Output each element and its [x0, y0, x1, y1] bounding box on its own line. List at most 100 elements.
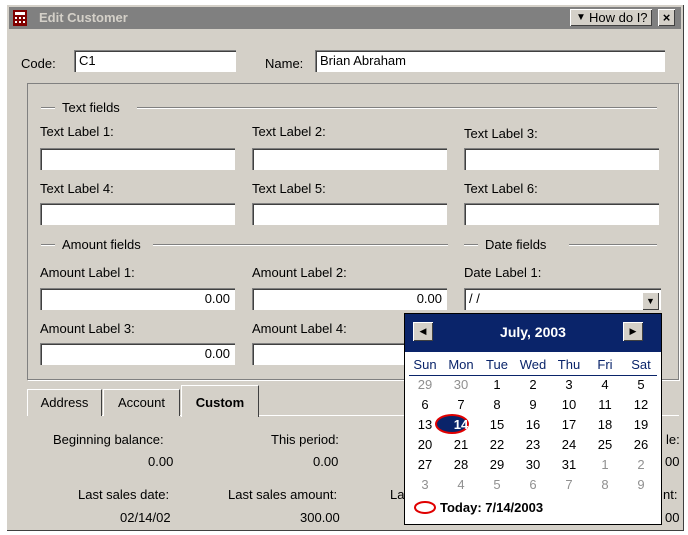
- calendar-day[interactable]: 14: [443, 417, 479, 432]
- text-field-1[interactable]: [40, 148, 235, 170]
- calendar-popup[interactable]: ◀ July, 2003 ▶ Sun Mon Tue Wed Thu Fri Sat 29 3…: [404, 313, 662, 525]
- name-field[interactable]: Brian Abraham: [315, 50, 665, 72]
- amount-field-3[interactable]: 0.00: [40, 343, 235, 365]
- amount-field-1[interactable]: 0.00: [40, 288, 235, 310]
- next-month-button[interactable]: ▶: [623, 322, 643, 341]
- calendar-day[interactable]: 22: [479, 437, 515, 452]
- calendar-day[interactable]: 7: [443, 397, 479, 412]
- calendar-day[interactable]: 13: [407, 417, 443, 432]
- partial-value: 00: [665, 510, 680, 525]
- section-rule: [153, 244, 448, 246]
- beginning-balance-label: Beginning balance:: [53, 432, 164, 447]
- weekday-header: Thu: [557, 357, 581, 372]
- calendar-day[interactable]: 21: [443, 437, 479, 452]
- calendar-day[interactable]: 15: [479, 417, 515, 432]
- calendar-day[interactable]: 5: [623, 377, 659, 392]
- date-field-1[interactable]: / /: [464, 288, 661, 310]
- last-sales-amount-value: 300.00: [300, 510, 340, 525]
- name-label: Name:: [265, 56, 304, 71]
- text-field-6[interactable]: [464, 203, 659, 225]
- calendar-day[interactable]: 5: [479, 477, 515, 492]
- tab-address[interactable]: Address: [27, 389, 102, 416]
- calendar-day[interactable]: 8: [587, 477, 623, 492]
- last-sales-amount-label: Last sales amount:: [228, 487, 338, 502]
- calendar-day[interactable]: 11: [587, 397, 623, 412]
- calendar-day[interactable]: 31: [551, 457, 587, 472]
- text-label-2: Text Label 2:: [252, 124, 326, 139]
- text-field-5[interactable]: [252, 203, 447, 225]
- dropdown-arrow-icon: ▼: [576, 12, 586, 23]
- calendar-day[interactable]: 9: [515, 397, 551, 412]
- calendar-day[interactable]: 3: [407, 477, 443, 492]
- weekday-header: Tue: [486, 357, 508, 372]
- calendar-day[interactable]: 26: [623, 437, 659, 452]
- amount-label-3: Amount Label 3:: [40, 321, 135, 336]
- weekday-header: Sat: [631, 357, 651, 372]
- calendar-day[interactable]: 25: [587, 437, 623, 452]
- weekday-header: Sun: [413, 357, 437, 372]
- calendar-day[interactable]: 2: [623, 457, 659, 472]
- calendar-day[interactable]: 3: [551, 377, 587, 392]
- tab-custom[interactable]: Custom: [181, 385, 259, 417]
- text-field-2[interactable]: [252, 148, 447, 170]
- calendar-day[interactable]: 30: [515, 457, 551, 472]
- last-sales-date-label: Last sales date:: [78, 487, 170, 502]
- how-do-i-button[interactable]: ▼ How do I?: [570, 9, 652, 26]
- this-period-value: 0.00: [313, 454, 339, 469]
- text-label-6: Text Label 6:: [464, 181, 538, 196]
- date-dropdown-button[interactable]: ▼: [642, 292, 659, 310]
- calendar-day[interactable]: 6: [515, 477, 551, 492]
- text-fields-heading: Text fields: [62, 100, 120, 115]
- calendar-day[interactable]: 29: [479, 457, 515, 472]
- dropdown-arrow-icon: ▼: [646, 296, 655, 306]
- calendar-day[interactable]: 1: [587, 457, 623, 472]
- calendar-day[interactable]: 16: [515, 417, 551, 432]
- tab-account[interactable]: Account: [103, 389, 180, 416]
- calendar-day[interactable]: 23: [515, 437, 551, 452]
- partial-value: 00: [665, 454, 680, 469]
- calendar-header: ◀ July, 2003 ▶: [405, 314, 661, 352]
- section-rule: [569, 244, 657, 246]
- this-period-label: This period:: [271, 432, 339, 447]
- partial-label: le:: [666, 432, 680, 447]
- calendar-day[interactable]: 19: [623, 417, 659, 432]
- text-label-4: Text Label 4:: [40, 181, 114, 196]
- calendar-day[interactable]: 2: [515, 377, 551, 392]
- section-rule: [41, 244, 55, 246]
- calendar-day[interactable]: 10: [551, 397, 587, 412]
- calendar-day[interactable]: 8: [479, 397, 515, 412]
- calendar-day[interactable]: 27: [407, 457, 443, 472]
- calendar-day[interactable]: 4: [443, 477, 479, 492]
- today-circle-icon: [414, 501, 436, 514]
- amount-label-4: Amount Label 4:: [252, 321, 347, 336]
- date-fields-heading: Date fields: [485, 237, 547, 252]
- section-rule: [464, 244, 478, 246]
- calendar-day[interactable]: 9: [623, 477, 659, 492]
- code-label: Code:: [21, 56, 56, 71]
- calendar-day[interactable]: 24: [551, 437, 587, 452]
- text-field-3[interactable]: [464, 148, 659, 170]
- calendar-day[interactable]: 12: [623, 397, 659, 412]
- partial-label: La: [390, 487, 405, 502]
- right-triangle-icon: ▶: [629, 326, 637, 336]
- amount-fields-heading: Amount fields: [62, 237, 141, 252]
- calendar-day[interactable]: 30: [443, 377, 479, 392]
- title-bar: Edit Customer ▼ How do I? ×: [9, 7, 681, 29]
- calendar-day[interactable]: 1: [479, 377, 515, 392]
- calendar-day[interactable]: 4: [587, 377, 623, 392]
- calendar-day[interactable]: 29: [407, 377, 443, 392]
- calendar-day[interactable]: 6: [407, 397, 443, 412]
- amount-field-4[interactable]: [252, 343, 412, 365]
- code-field[interactable]: C1: [74, 50, 236, 72]
- close-button[interactable]: ×: [658, 9, 675, 26]
- calendar-day[interactable]: 20: [407, 437, 443, 452]
- window-title: Edit Customer: [39, 10, 128, 25]
- calendar-day[interactable]: 7: [551, 477, 587, 492]
- calendar-day[interactable]: 18: [587, 417, 623, 432]
- text-field-4[interactable]: [40, 203, 235, 225]
- calculator-icon: [13, 10, 27, 26]
- amount-field-2[interactable]: 0.00: [252, 288, 447, 310]
- today-label[interactable]: Today: 7/14/2003: [440, 500, 543, 515]
- calendar-day[interactable]: 17: [551, 417, 587, 432]
- calendar-day[interactable]: 28: [443, 457, 479, 472]
